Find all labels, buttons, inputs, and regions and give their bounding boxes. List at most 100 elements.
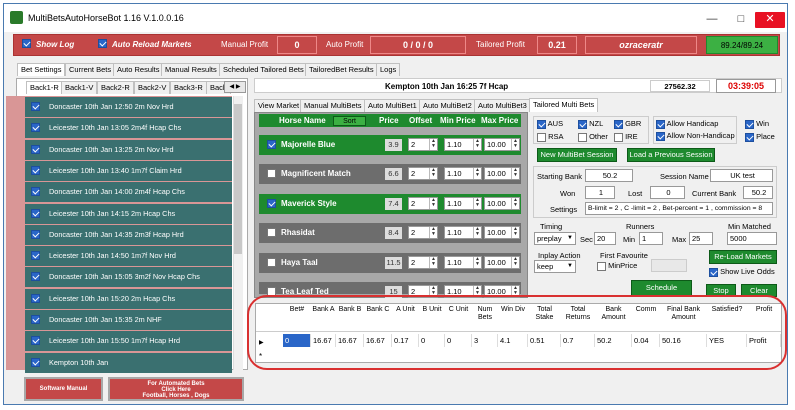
tab-tailored-bet-results[interactable]: TailoredBet Results <box>305 63 378 76</box>
stepper-arrows-icon[interactable]: ▲ ▼ <box>511 198 519 209</box>
won-field[interactable]: 1 <box>585 186 615 199</box>
rsa-filter[interactable]: RSA <box>537 132 564 142</box>
tab-back1-r[interactable]: Back1-R <box>26 81 63 94</box>
tab-auto-multibet3[interactable]: Auto MultiBet3 <box>474 99 531 112</box>
horse-offset-stepper[interactable]: 2 ▲ ▼ <box>408 138 438 151</box>
tab-auto-multibet2[interactable]: Auto MultiBet2 <box>419 99 476 112</box>
tab-scroll-arrows[interactable]: ◀ ▶ <box>224 81 246 93</box>
place-filter[interactable]: Place <box>745 132 775 142</box>
stepper-arrows-icon[interactable]: ▲ ▼ <box>429 257 437 268</box>
race-item[interactable]: Leicester 10th Jan 15:50 1m7f Hcap Hrd <box>25 331 232 352</box>
race-item[interactable]: Doncaster 10th Jan 13:25 2m Nov Hrd <box>25 139 232 160</box>
horse-offset-stepper[interactable]: 2 ▲ ▼ <box>408 226 438 239</box>
stepper-arrows-icon[interactable]: ▲ ▼ <box>429 227 437 238</box>
checkbox-icon[interactable] <box>267 258 276 267</box>
tab-auto-multibet1[interactable]: Auto MultiBet1 <box>364 99 421 112</box>
stepper-arrows-icon[interactable]: ▲ ▼ <box>473 227 481 238</box>
session-name-field[interactable]: UK test <box>710 169 773 182</box>
tab-manual-results[interactable]: Manual Results <box>161 63 221 76</box>
ire-filter[interactable]: IRE <box>614 132 638 142</box>
other-filter[interactable]: Other <box>578 132 608 142</box>
auto-reload-checkbox[interactable] <box>98 39 107 49</box>
horse-row[interactable]: Haya Taal 11.5 2 ▲ ▼ 1.10 ▲ ▼ 10.00 ▲ ▼ <box>259 253 521 273</box>
load-session-button[interactable]: Load a Previous Session <box>627 148 715 162</box>
show-log-checkbox[interactable] <box>22 39 31 49</box>
show-live-odds-checkbox[interactable]: Show Live Odds <box>709 267 775 277</box>
tab-back2-r[interactable]: Back2-R <box>97 81 134 94</box>
checkbox-icon[interactable] <box>267 228 276 237</box>
win-filter[interactable]: Win <box>745 119 769 129</box>
stepper-arrows-icon[interactable]: ▲ ▼ <box>473 168 481 179</box>
software-manual-button[interactable]: Software Manual <box>24 377 103 401</box>
race-item[interactable]: Doncaster 10th Jan 14:35 2m3f Hcap Hrd <box>25 224 232 245</box>
tab-view-market[interactable]: View Market <box>254 99 304 112</box>
tab-tailored-multi-bets[interactable]: Tailored Multi Bets <box>529 98 599 112</box>
current-bank-field[interactable]: 50.2 <box>743 186 773 199</box>
horse-min-stepper[interactable]: 1.10 ▲ ▼ <box>444 256 482 269</box>
horse-max-stepper[interactable]: 10.00 ▲ ▼ <box>484 138 520 151</box>
min-price-field[interactable] <box>651 259 687 272</box>
horse-max-stepper[interactable]: 10.00 ▲ ▼ <box>484 226 520 239</box>
race-item[interactable]: Leicester 10th Jan 14:15 2m Hcap Chs <box>25 203 232 224</box>
tab-current-bets[interactable]: Current Bets <box>65 63 116 76</box>
horse-min-stepper[interactable]: 1.10 ▲ ▼ <box>444 167 482 180</box>
stepper-arrows-icon[interactable]: ▲ ▼ <box>511 168 519 179</box>
sec-field[interactable]: 20 <box>594 232 616 245</box>
stepper-arrows-icon[interactable]: ▲ ▼ <box>429 139 437 150</box>
tab-back2-v[interactable]: Back2-V <box>134 81 171 94</box>
race-item[interactable]: Leicester 10th Jan 13:40 1m7f Claim Hrd <box>25 160 232 181</box>
race-item[interactable]: Leicester 10th Jan 13:05 2m4f Hcap Chs <box>25 118 232 139</box>
min-matched-field[interactable]: 5000 <box>727 232 777 245</box>
race-item[interactable]: Leicester 10th Jan 14:50 1m7f Nov Hrd <box>25 246 232 267</box>
settings-field[interactable]: B-limit = 2 , C -limit = 2 , Bet-percent… <box>585 202 773 215</box>
timing-select[interactable]: preplay ▼ <box>534 232 576 245</box>
horse-min-stepper[interactable]: 1.10 ▲ ▼ <box>444 138 482 151</box>
stepper-arrows-icon[interactable]: ▲ ▼ <box>429 168 437 179</box>
horse-min-stepper[interactable]: 1.10 ▲ ▼ <box>444 226 482 239</box>
horse-row[interactable]: Maverick Style 7.4 2 ▲ ▼ 1.10 ▲ ▼ 10.00 ▲ ▼ <box>259 194 521 214</box>
runners-min-field[interactable]: 1 <box>639 232 663 245</box>
horse-offset-stepper[interactable]: 2 ▲ ▼ <box>408 167 438 180</box>
race-item[interactable]: Leicester 10th Jan 15:20 2m Hcap Chs <box>25 288 232 309</box>
horse-offset-stepper[interactable]: 2 ▲ ▼ <box>408 197 438 210</box>
minimize-button[interactable]: — <box>697 12 727 28</box>
allow-handicap-filter[interactable]: Allow Handicap <box>656 119 718 129</box>
tab-manual-multibets[interactable]: Manual MultiBets <box>300 99 366 112</box>
horse-row[interactable]: Tea Leaf Ted 15 2 ▲ ▼ 1.10 ▲ ▼ 10.00 ▲ ▼ <box>259 282 521 298</box>
allow-non-handicap-filter[interactable]: Allow Non-Handicap <box>656 131 735 141</box>
gbr-filter[interactable]: GBR <box>614 119 641 129</box>
stepper-arrows-icon[interactable]: ▲ ▼ <box>473 198 481 209</box>
check-icon[interactable] <box>267 140 276 149</box>
runners-max-field[interactable]: 25 <box>689 232 713 245</box>
stepper-arrows-icon[interactable]: ▲ ▼ <box>473 139 481 150</box>
close-button[interactable]: ✕ <box>755 12 785 28</box>
tab-bet-settings[interactable]: Bet Settings <box>17 63 66 76</box>
race-item[interactable]: Doncaster 10th Jan 15:05 3m2f Nov Hcap C… <box>25 267 232 288</box>
horse-row[interactable]: Majorelle Blue 3.9 2 ▲ ▼ 1.10 ▲ ▼ 10.00 ▲ ▼ <box>259 135 521 155</box>
new-session-button[interactable]: New MultiBet Session <box>537 148 617 162</box>
stepper-arrows-icon[interactable]: ▲ ▼ <box>511 257 519 268</box>
horse-row[interactable]: Magnificent Match 6.6 2 ▲ ▼ 1.10 ▲ ▼ 10.00 ▲ ▼ <box>259 164 521 184</box>
stepper-arrows-icon[interactable]: ▲ ▼ <box>511 227 519 238</box>
check-icon[interactable] <box>267 199 276 208</box>
horse-offset-stepper[interactable]: 2 ▲ ▼ <box>408 256 438 269</box>
sort-button[interactable]: Sort <box>333 116 366 126</box>
horse-min-stepper[interactable]: 1.10 ▲ ▼ <box>444 197 482 210</box>
horse-max-stepper[interactable]: 10.00 ▲ ▼ <box>484 197 520 210</box>
race-item[interactable]: Doncaster 10th Jan 14:00 2m4f Hcap Chs <box>25 182 232 203</box>
tab-scheduled-tailored-bets[interactable]: Scheduled Tailored Bets <box>219 63 308 76</box>
schedule-button[interactable]: Schedule <box>631 280 692 296</box>
race-item[interactable]: Doncaster 10th Jan 12:50 2m Nov Hrd <box>25 97 232 117</box>
automated-bets-button[interactable]: For Automated Bets Click Here Football, … <box>108 377 244 401</box>
horse-max-stepper[interactable]: 10.00 ▲ ▼ <box>484 256 520 269</box>
stepper-arrows-icon[interactable]: ▲ ▼ <box>429 198 437 209</box>
reload-markets-button[interactable]: Re-Load Markets <box>709 250 777 264</box>
aus-filter[interactable]: AUS <box>537 119 563 129</box>
tab-back3-r[interactable]: Back3-R <box>170 81 207 94</box>
starting-bank-field[interactable]: 50.2 <box>585 169 633 182</box>
tab-auto-results[interactable]: Auto Results <box>113 63 164 76</box>
min-price-checkbox[interactable]: MinPrice <box>597 261 637 271</box>
tab-back1-v[interactable]: Back1-V <box>61 81 98 94</box>
horse-row[interactable]: Rhasidat 8.4 2 ▲ ▼ 1.10 ▲ ▼ 10.00 ▲ ▼ <box>259 223 521 243</box>
maximize-button[interactable]: □ <box>726 12 756 28</box>
